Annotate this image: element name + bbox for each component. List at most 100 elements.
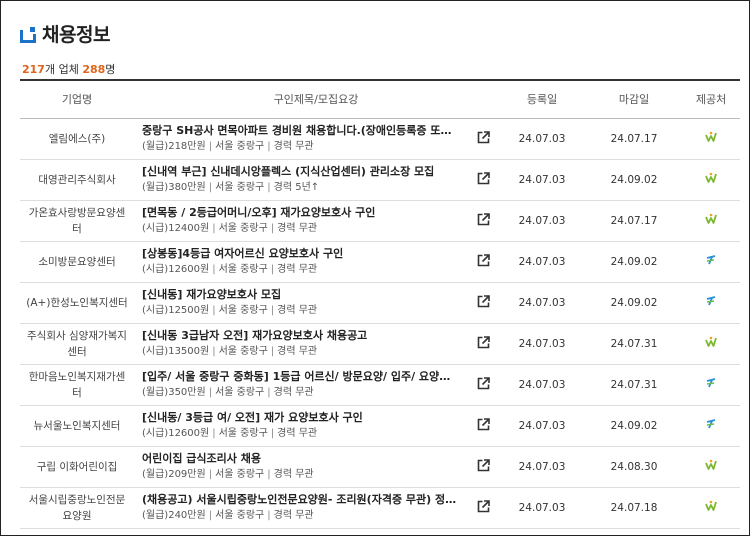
job-pay: (시급)13500원 bbox=[142, 346, 210, 357]
deadline-date: 24.08.30 bbox=[610, 460, 658, 473]
external-link-icon[interactable] bbox=[477, 458, 490, 472]
company-name[interactable]: (A+)한성노인복지센터 bbox=[20, 282, 134, 323]
open-link-cell[interactable] bbox=[468, 118, 498, 159]
company-name[interactable]: 주식회사 심양재가복지센터 bbox=[20, 323, 134, 364]
worknet-icon bbox=[705, 172, 717, 184]
job-post[interactable]: [입주/ 서울 중랑구 중화동] 1등급 어르신/ 방문요양/ 입주/ 요양보호… bbox=[134, 364, 468, 405]
external-link-icon[interactable] bbox=[477, 253, 490, 267]
job-post[interactable]: [신내역 부근] 신내데시앙플렉스 (지식산업센터) 관리소장 모집 (월급)3… bbox=[134, 159, 468, 200]
job-post[interactable]: [신내동 3급남자 오전] 재가요양보호사 채용공고 (시급)13500원 | 서울… bbox=[134, 323, 468, 364]
table-row: 소미방문요양센터 [상봉동]4등급 여자어르신 요양보호사 구인 (시급)126… bbox=[20, 241, 741, 282]
external-link-icon[interactable] bbox=[477, 171, 490, 185]
post-count: 288 bbox=[82, 63, 106, 76]
job-pay: (월급)209만원 bbox=[142, 469, 206, 480]
meta-separator: | bbox=[208, 182, 213, 193]
worknet-icon bbox=[705, 336, 717, 348]
job-post[interactable]: 중랑구 SH공사 면목아파트 경비원 채용합니다.(장애인등록증 또는 국가유공… bbox=[134, 118, 468, 159]
external-link-icon[interactable] bbox=[477, 212, 490, 226]
worknet-icon bbox=[705, 500, 717, 512]
job-title-link[interactable]: [신내동/ 3등급 여/ 오전] 재가 요양보호사 구인 bbox=[142, 410, 460, 426]
job-career: 경력 무관 bbox=[273, 469, 314, 480]
job-location: 서울 중랑구 bbox=[215, 141, 265, 152]
company-name[interactable]: 가온효사랑방문요양센터 bbox=[20, 200, 134, 241]
meta-separator: | bbox=[212, 346, 216, 357]
registered-date: 24.07.03 bbox=[518, 460, 566, 473]
job-post[interactable]: [신내동] 재가요양보호사 모집 (시급)12500원 | 서울 중랑구 | 경력 무관 bbox=[134, 282, 468, 323]
open-link-cell[interactable] bbox=[468, 364, 498, 405]
job-post[interactable]: 어린이집 급식조리사 채용 (월급)209만원 | 서울 중랑구 | 경력 무관 bbox=[134, 446, 468, 487]
table-row: 한마음노인복지재가센터 [입주/ 서울 중랑구 중화동] 1등급 어르신/ 방문… bbox=[20, 364, 741, 405]
registered-date: 24.07.03 bbox=[518, 378, 566, 391]
source-cell bbox=[682, 159, 740, 200]
worknet-icon bbox=[705, 459, 717, 471]
external-link-icon[interactable] bbox=[477, 130, 490, 144]
registered-date: 24.07.03 bbox=[518, 214, 566, 227]
job-pay: (월급)240만원 bbox=[142, 510, 206, 521]
job-title-link[interactable]: 중랑구 SH공사 면목아파트 경비원 채용합니다.(장애인등록증 또는 국가유공… bbox=[142, 123, 460, 139]
job-title-link[interactable]: [신내동 3급남자 오전] 재가요양보호사 채용공고 bbox=[142, 328, 460, 344]
job-pay: (월급)380만원 bbox=[142, 182, 206, 193]
external-link-icon[interactable] bbox=[477, 499, 490, 513]
external-link-icon[interactable] bbox=[477, 335, 490, 349]
registered-date: 24.07.03 bbox=[518, 173, 566, 186]
open-link-cell[interactable] bbox=[468, 323, 498, 364]
job-title-link[interactable]: [상봉동]4등급 여자어르신 요양보호사 구인 bbox=[142, 246, 460, 262]
job-meta: (시급)12500원 | 서울 중랑구 | 경력 무관 bbox=[142, 303, 468, 318]
job-post[interactable]: (채용공고) 서울시립중랑노인전문요양원- 조리원(자격증 무관) 정규직 채용… bbox=[134, 487, 468, 528]
job-career: 경력 무관 bbox=[273, 510, 314, 521]
company-name[interactable]: 소미방문요양센터 bbox=[20, 241, 134, 282]
open-link-cell[interactable] bbox=[468, 200, 498, 241]
meta-separator: | bbox=[270, 223, 275, 234]
meta-separator: | bbox=[267, 469, 271, 480]
external-link-icon[interactable] bbox=[477, 417, 490, 431]
job-location: 서울 중랑구 bbox=[218, 346, 268, 357]
open-link-cell[interactable] bbox=[468, 405, 498, 446]
meta-separator: | bbox=[267, 510, 271, 521]
meta-separator: | bbox=[212, 264, 216, 275]
job-title-link[interactable]: [입주/ 서울 중랑구 중화동] 1등급 어르신/ 방문요양/ 입주/ 요양보호… bbox=[142, 369, 460, 385]
job-meta: (월급)240만원 | 서울 중랑구 | 경력 무관 bbox=[142, 508, 468, 523]
header-registered: 등록일 bbox=[526, 93, 558, 107]
meta-separator: | bbox=[208, 469, 213, 480]
page-title: 채용정보 bbox=[42, 24, 110, 46]
job-post[interactable]: [면목동 / 2등급어머니/오후] 재가요양보호사 구인 (시급)12400원 |… bbox=[134, 200, 468, 241]
worknet-icon bbox=[705, 213, 717, 225]
job-career: 경력 5년↑ bbox=[273, 182, 320, 193]
open-link-cell[interactable] bbox=[468, 487, 498, 528]
registered-date: 24.07.03 bbox=[518, 132, 566, 145]
deadline-date: 24.09.02 bbox=[610, 173, 658, 186]
source-cell bbox=[682, 118, 740, 159]
job-title-link[interactable]: (채용공고) 서울시립중랑노인전문요양원- 조리원(자격증 무관) 정규직 채용 bbox=[142, 492, 460, 508]
agency-icon bbox=[705, 377, 717, 389]
company-name[interactable]: 구립 이화어린이집 bbox=[20, 446, 134, 487]
source-cell bbox=[682, 282, 740, 323]
job-title-link[interactable]: [신내역 부근] 신내데시앙플렉스 (지식산업센터) 관리소장 모집 bbox=[142, 164, 460, 180]
company-name[interactable]: 서울시립중랑노인전문요양원 bbox=[20, 487, 134, 528]
title-bracket-icon bbox=[20, 26, 36, 43]
open-link-cell[interactable] bbox=[468, 159, 498, 200]
job-post[interactable]: [상봉동]4등급 여자어르신 요양보호사 구인 (시급)12600원 | 서울 중랑… bbox=[134, 241, 468, 282]
job-career: 경력 무관 bbox=[273, 387, 314, 398]
open-link-cell[interactable] bbox=[468, 241, 498, 282]
job-title-link[interactable]: [신내동] 재가요양보호사 모집 bbox=[142, 287, 460, 303]
company-name[interactable]: 엘림에스(주) bbox=[20, 118, 134, 159]
company-count: 217 bbox=[22, 63, 45, 76]
job-title-link[interactable]: 어린이집 급식조리사 채용 bbox=[142, 451, 460, 467]
external-link-icon[interactable] bbox=[477, 294, 490, 308]
company-name[interactable]: 뉴서울노인복지센터 bbox=[20, 405, 134, 446]
meta-separator: | bbox=[270, 428, 275, 439]
open-link-cell[interactable] bbox=[468, 446, 498, 487]
header-source: 제공처 bbox=[695, 93, 727, 107]
external-link-icon[interactable] bbox=[477, 376, 490, 390]
job-career: 경력 무관 bbox=[277, 428, 318, 439]
deadline-date: 24.09.02 bbox=[610, 296, 658, 309]
company-name[interactable]: 대영관리주식회사 bbox=[20, 159, 134, 200]
job-post[interactable]: [신내동/ 3등급 여/ 오전] 재가 요양보호사 구인 (시급)12600원 |… bbox=[134, 405, 468, 446]
job-career: 경력 무관 bbox=[273, 141, 314, 152]
job-title-link[interactable]: [면목동 / 2등급어머니/오후] 재가요양보호사 구인 bbox=[142, 205, 460, 221]
meta-separator: | bbox=[267, 141, 271, 152]
company-name[interactable]: 한마음노인복지재가센터 bbox=[20, 364, 134, 405]
source-cell bbox=[682, 405, 740, 446]
open-link-cell[interactable] bbox=[468, 282, 498, 323]
meta-separator: | bbox=[267, 182, 271, 193]
